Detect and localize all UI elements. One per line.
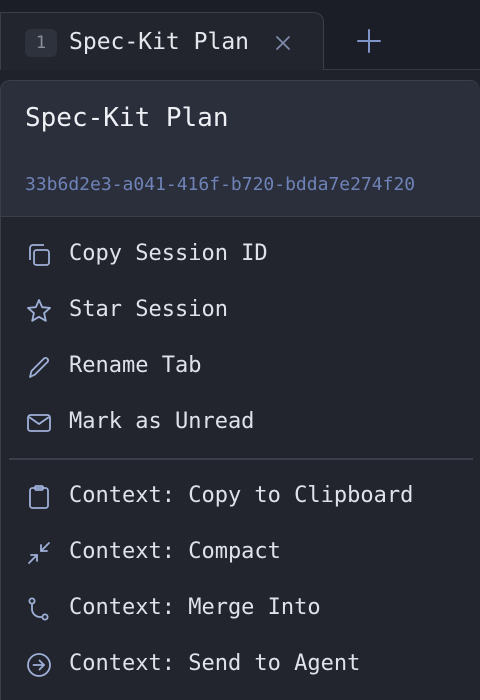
menu-title: Spec-Kit Plan xyxy=(25,103,229,133)
close-icon[interactable] xyxy=(271,31,295,55)
send-arrow-icon xyxy=(25,651,53,679)
envelope-icon xyxy=(25,409,53,437)
session-id: 33b6d2e3-a041-416f-b720-bdda7e274f20 xyxy=(25,174,416,195)
plus-icon[interactable] xyxy=(355,27,383,55)
tab-bar: 1 Spec-Kit Plan xyxy=(0,0,480,70)
tab-context-menu: Spec-Kit Plan 33b6d2e3-a041-416f-b720-bd… xyxy=(0,80,480,700)
menu-item-mark-as-unread[interactable]: Mark as Unread xyxy=(1,397,480,447)
menu-item-context-send-to-agent[interactable]: Context: Send to Agent xyxy=(1,639,480,689)
menu-item-rename-tab[interactable]: Rename Tab xyxy=(1,341,480,391)
star-icon xyxy=(25,297,53,325)
menu-item-copy-session-id[interactable]: Copy Session ID xyxy=(1,229,480,279)
menu-item-label: Rename Tab xyxy=(69,353,202,378)
menu-item-label: Context: Send to Agent xyxy=(69,651,361,676)
merge-icon xyxy=(25,595,53,623)
tab-number-badge: 1 xyxy=(25,29,57,57)
menu-item-label: Context: Compact xyxy=(69,539,281,564)
menu-item-label: Copy Session ID xyxy=(69,241,268,266)
menu-divider xyxy=(9,458,473,460)
menu-item-label: Mark as Unread xyxy=(69,409,255,434)
menu-item-label: Context: Merge Into xyxy=(69,595,321,620)
compress-icon xyxy=(25,539,53,567)
menu-item-context-copy-to-clipboard[interactable]: Context: Copy to Clipboard xyxy=(1,471,480,521)
clipboard-icon xyxy=(25,483,53,511)
menu-item-context-compact[interactable]: Context: Compact xyxy=(1,527,480,577)
tab-title: Spec-Kit Plan xyxy=(69,29,250,55)
copy-icon xyxy=(25,241,53,269)
menu-item-star-session[interactable]: Star Session xyxy=(1,285,480,335)
menu-item-context-merge-into[interactable]: Context: Merge Into xyxy=(1,583,480,633)
menu-item-label: Star Session xyxy=(69,297,228,322)
tab-spec-kit-plan[interactable]: 1 Spec-Kit Plan xyxy=(0,12,324,70)
menu-header: Spec-Kit Plan 33b6d2e3-a041-416f-b720-bd… xyxy=(1,81,480,217)
pencil-icon xyxy=(25,353,53,381)
menu-item-label: Context: Copy to Clipboard xyxy=(69,483,414,508)
